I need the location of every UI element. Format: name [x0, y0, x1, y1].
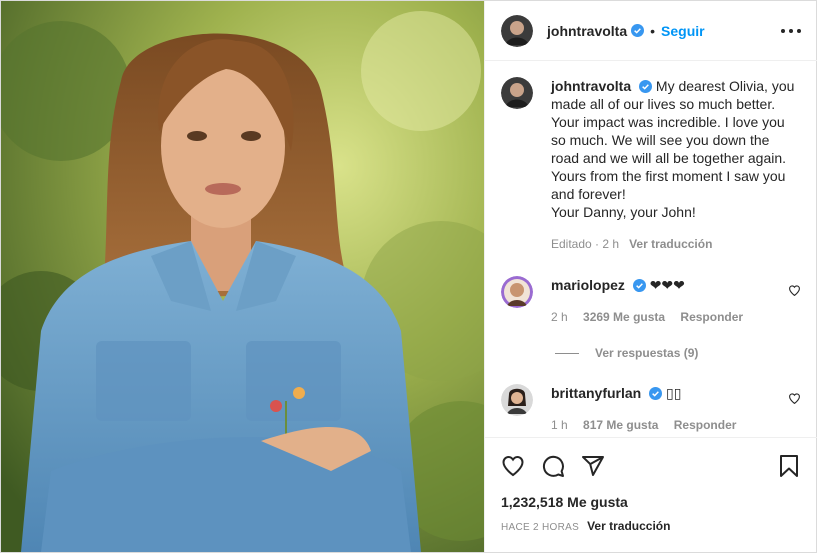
comment-likes[interactable]: 817 Me gusta: [583, 418, 658, 432]
heart-icon: [502, 455, 524, 477]
save-button[interactable]: [777, 454, 801, 478]
author-avatar[interactable]: [501, 14, 533, 47]
post-likes-count[interactable]: 1,232,518 Me gusta: [501, 494, 628, 510]
instagram-post: johntravolta • Seguir johntravolta My de…: [0, 0, 817, 553]
post-time[interactable]: HACE 2 HORAS: [501, 522, 579, 533]
caption-text: My dearest Olivia, you made all of our l…: [551, 78, 795, 202]
view-replies-label[interactable]: Ver respuestas (9): [595, 346, 698, 360]
share-button[interactable]: [581, 454, 605, 478]
comment-icon: [542, 455, 564, 477]
verified-badge-icon: [639, 80, 653, 93]
reply-button[interactable]: Responder: [680, 310, 743, 324]
more-options-icon[interactable]: [781, 21, 801, 41]
comment-heart-icon[interactable]: [788, 284, 801, 297]
commenter-avatar[interactable]: [501, 384, 533, 416]
view-replies-link[interactable]: Ver respuestas (9): [555, 346, 698, 360]
follow-button[interactable]: Seguir: [661, 23, 705, 39]
author-username[interactable]: johntravolta: [547, 23, 627, 39]
verified-badge-icon: [649, 387, 663, 400]
like-button[interactable]: [501, 454, 525, 478]
edited-label: Editado: [551, 237, 592, 251]
comment-time: 1 h: [551, 418, 568, 432]
header-separator: •: [650, 22, 656, 39]
caption-time: 2 h: [602, 237, 620, 251]
comment-item: brittanyfurlan ▯▯ 1 h 817 Me gusta Respo…: [501, 384, 801, 432]
reply-button[interactable]: Responder: [674, 418, 737, 432]
caption-meta: Editado · 2 h Ver traducción: [551, 237, 713, 251]
caption-username[interactable]: johntravolta: [551, 78, 631, 94]
post-translate-link[interactable]: Ver traducción: [587, 519, 670, 533]
post-time-row: HACE 2 HORAS Ver traducción: [501, 519, 670, 533]
comment-meta: 1 h 817 Me gusta Responder: [551, 418, 781, 432]
comment-text: ▯▯: [666, 385, 682, 401]
comment-button[interactable]: [541, 454, 565, 478]
verified-badge-icon: [632, 279, 646, 292]
verified-badge-icon: [631, 24, 645, 37]
comment-time: 2 h: [551, 310, 568, 324]
post-photo[interactable]: [1, 1, 484, 552]
comment-meta: 2 h 3269 Me gusta Responder: [551, 310, 781, 324]
comment-item: mariolopez ❤❤❤ 2 h 3269 Me gusta Respond…: [501, 276, 801, 324]
replies-divider: [555, 352, 579, 354]
commenter-avatar[interactable]: [501, 276, 533, 308]
post-actions-area: 1,232,518 Me gusta HACE 2 HORAS Ver trad…: [485, 437, 817, 552]
post-image: [1, 1, 484, 552]
bookmark-icon: [780, 455, 798, 477]
comment-username[interactable]: mariolopez: [551, 277, 625, 293]
comment-likes[interactable]: 3269 Me gusta: [583, 310, 665, 324]
comment-text: ❤❤❤: [649, 277, 685, 293]
caption-avatar[interactable]: [501, 77, 533, 109]
post-header: johntravolta • Seguir: [485, 1, 817, 61]
caption-translate-link[interactable]: Ver traducción: [629, 237, 712, 251]
caption-signoff: Your Danny, your John!: [551, 204, 696, 220]
action-bar: [501, 454, 621, 478]
comment-username[interactable]: brittanyfurlan: [551, 385, 641, 401]
post-caption: johntravolta My dearest Olivia, you made…: [501, 77, 801, 253]
comment-heart-icon[interactable]: [788, 392, 801, 405]
post-sidebar: johntravolta • Seguir johntravolta My de…: [484, 1, 817, 552]
share-icon: [582, 456, 604, 476]
